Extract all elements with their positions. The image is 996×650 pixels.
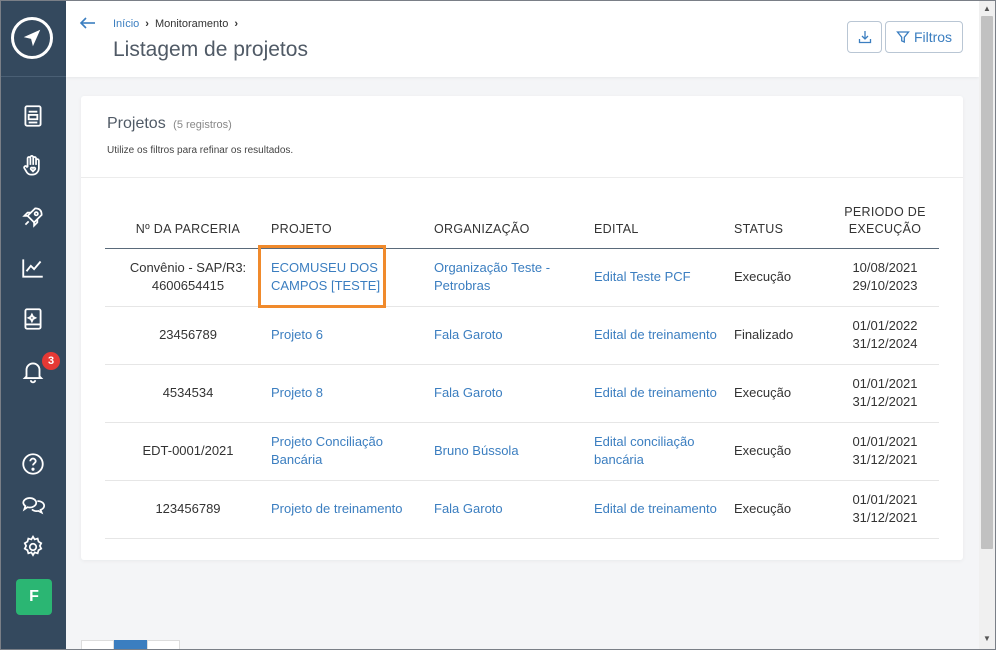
cell-status: Execução	[734, 364, 831, 423]
filter-button[interactable]: Filtros	[885, 21, 963, 53]
column-header-periodo[interactable]: PERIODO DE EXECUÇÃO	[831, 201, 939, 249]
cell-status: Execução	[734, 480, 831, 539]
notification-badge: 3	[42, 352, 60, 370]
scroll-thumb[interactable]	[981, 16, 993, 549]
period-end: 29/10/2023	[852, 278, 918, 293]
cell-status: Execução	[734, 248, 831, 307]
cell-parceria: 123456789	[105, 480, 271, 539]
table-header-row: Nº DA PARCERIA PROJETO ORGANIZAÇÃO EDITA…	[105, 201, 939, 249]
card-title: Projetos (5 registros)	[107, 115, 232, 133]
scroll-down-arrow-icon[interactable]: ▼	[983, 634, 991, 643]
edital-link[interactable]: Edital de treinamento	[594, 501, 717, 516]
column-header-organizacao[interactable]: ORGANIZAÇÃO	[434, 201, 594, 249]
period-start: 01/01/2021	[852, 434, 918, 449]
chat-icon[interactable]	[19, 491, 47, 519]
project-link[interactable]: Projeto 8	[271, 385, 323, 400]
column-header-parceria[interactable]: Nº DA PARCERIA	[105, 201, 271, 249]
filter-icon	[896, 31, 910, 44]
pagination-prev[interactable]	[81, 640, 114, 650]
organization-link[interactable]: Fala Garoto	[434, 385, 503, 400]
table-row: 23456789 Projeto 6 Fala Garoto Edital de…	[105, 306, 939, 365]
record-count: (5 registros)	[173, 119, 232, 131]
period-start: 10/08/2021	[852, 260, 918, 275]
table-row: Convênio - SAP/R3: 4600654415 ECOMUSEU D…	[105, 248, 939, 307]
edital-link[interactable]: Edital de treinamento	[594, 327, 717, 342]
card-title-text: Projetos	[107, 115, 166, 132]
sidebar-divider	[0, 76, 66, 77]
cell-parceria: 4534534	[105, 364, 271, 423]
edital-link[interactable]: Edital Teste PCF	[594, 269, 691, 284]
project-link[interactable]: Projeto Conciliação Bancária	[271, 434, 383, 467]
avatar[interactable]: F	[16, 579, 52, 615]
project-link[interactable]: Projeto de treinamento	[271, 501, 403, 516]
project-link[interactable]: Projeto 6	[271, 327, 323, 342]
pagination-page-active[interactable]	[114, 640, 147, 650]
column-header-status[interactable]: STATUS	[734, 201, 831, 249]
chart-line-icon[interactable]	[19, 254, 47, 282]
organization-link[interactable]: Bruno Bússola	[434, 443, 519, 458]
cell-parceria: EDT-0001/2021	[105, 422, 271, 481]
projects-card: Projetos (5 registros) Utilize os filtro…	[81, 96, 963, 560]
table-row: EDT-0001/2021 Projeto Conciliação Bancár…	[105, 422, 939, 481]
help-icon[interactable]	[19, 450, 47, 478]
download-icon	[858, 31, 871, 44]
cell-parceria: Convênio - SAP/R3: 4600654415	[105, 248, 271, 307]
breadcrumb: Início › Monitoramento ›	[113, 18, 238, 30]
scroll-up-arrow-icon[interactable]: ▲	[983, 4, 991, 13]
edital-link[interactable]: Edital de treinamento	[594, 385, 717, 400]
chevron-right-icon: ›	[145, 18, 149, 30]
hand-heart-icon[interactable]	[19, 152, 47, 180]
cell-periodo: 01/01/2021 31/12/2021	[831, 364, 939, 423]
filter-button-label: Filtros	[913, 29, 953, 45]
cell-parceria: 23456789	[105, 306, 271, 365]
book-icon[interactable]	[19, 305, 47, 333]
cell-status: Finalizado	[734, 306, 831, 365]
period-end: 31/12/2024	[852, 336, 918, 351]
period-end: 31/12/2021	[852, 510, 918, 525]
rocket-icon[interactable]	[19, 203, 47, 231]
page-header: Início › Monitoramento › Listagem de pro…	[66, 0, 979, 77]
cell-periodo: 01/01/2021 31/12/2021	[831, 422, 939, 481]
cell-periodo: 01/01/2021 31/12/2021	[831, 480, 939, 539]
period-end: 31/12/2021	[852, 452, 918, 467]
column-header-edital[interactable]: EDITAL	[594, 201, 734, 249]
organization-link[interactable]: Fala Garoto	[434, 501, 503, 516]
cell-status: Execução	[734, 422, 831, 481]
period-end: 31/12/2021	[852, 394, 918, 409]
pagination-next[interactable]	[147, 640, 180, 650]
scrollbar[interactable]: ▲ ▼	[979, 0, 996, 650]
cell-periodo: 01/01/2022 31/12/2024	[831, 306, 939, 365]
gear-icon[interactable]	[19, 533, 47, 561]
table-row: 4534534 Projeto 8 Fala Garoto Edital de …	[105, 364, 939, 423]
breadcrumb-current: Monitoramento	[154, 18, 229, 30]
cell-periodo: 10/08/2021 29/10/2023	[831, 248, 939, 307]
period-start: 01/01/2021	[852, 492, 918, 507]
organization-link[interactable]: Organização Teste - Petrobras	[434, 260, 550, 293]
card-subtitle: Utilize os filtros para refinar os resul…	[107, 145, 294, 156]
download-button[interactable]	[847, 21, 882, 53]
back-arrow-icon[interactable]	[79, 14, 97, 32]
card-divider	[81, 177, 963, 178]
projects-table: Nº DA PARCERIA PROJETO ORGANIZAÇÃO EDITA…	[105, 201, 939, 539]
column-header-projeto[interactable]: PROJETO	[271, 201, 434, 249]
table-row: 123456789 Projeto de treinamento Fala Ga…	[105, 480, 939, 539]
edital-link[interactable]: Edital conciliação bancária	[594, 434, 694, 467]
period-start: 01/01/2022	[852, 318, 918, 333]
document-icon[interactable]	[19, 102, 47, 130]
pagination	[81, 640, 180, 650]
chevron-right-icon: ›	[234, 18, 239, 30]
sidebar: 3 F	[0, 0, 66, 650]
breadcrumb-home-link[interactable]: Início	[113, 18, 139, 30]
organization-link[interactable]: Fala Garoto	[434, 327, 503, 342]
page-title: Listagem de projetos	[113, 38, 308, 61]
project-link[interactable]: ECOMUSEU DOS CAMPOS [TESTE]	[271, 260, 380, 293]
app-logo-icon[interactable]	[11, 17, 53, 59]
period-start: 01/01/2021	[852, 376, 918, 391]
